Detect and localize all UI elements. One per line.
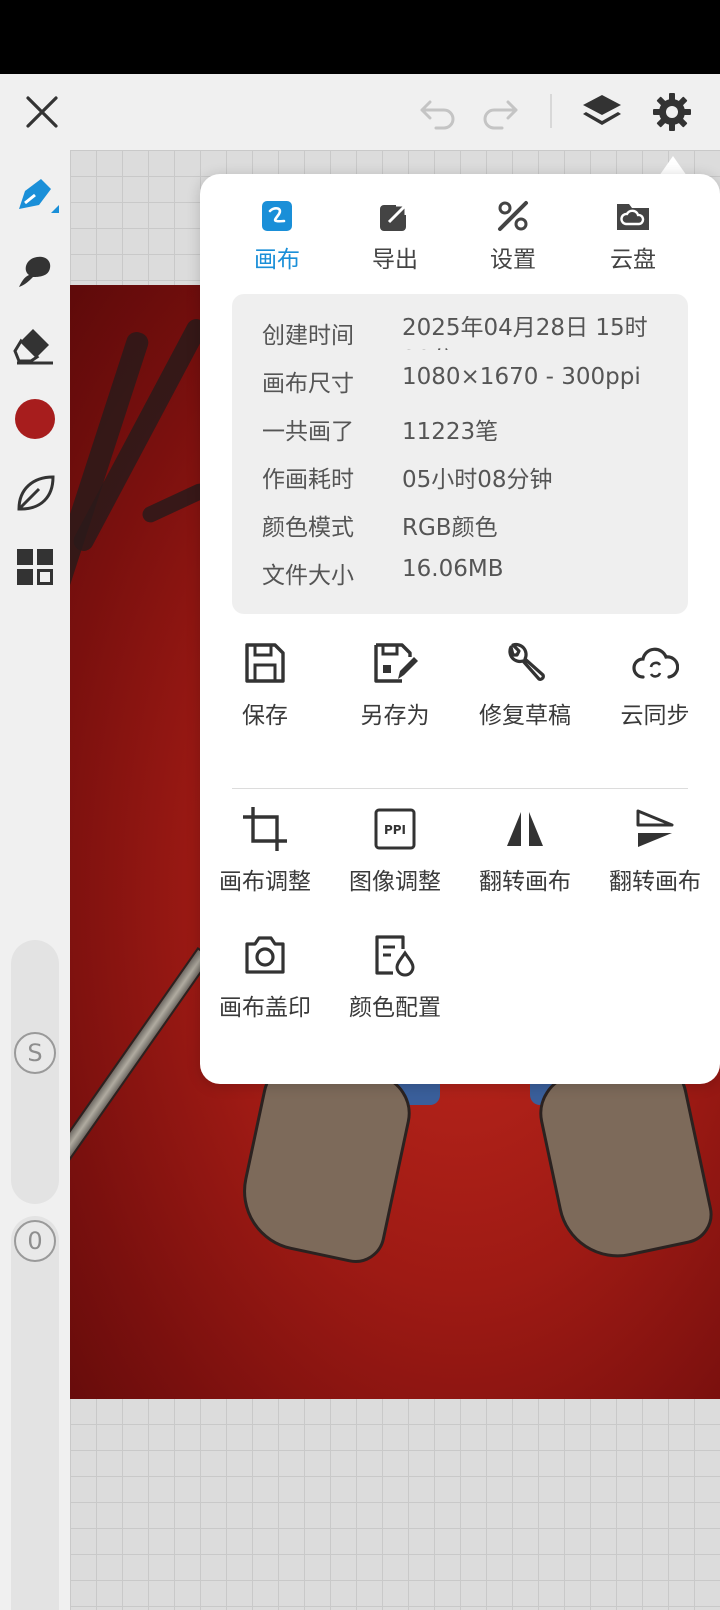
redo-button[interactable] <box>476 88 524 136</box>
opacity-slider-knob[interactable]: 0 <box>14 1220 56 1262</box>
gear-icon <box>653 93 691 131</box>
flip-vertical-icon <box>636 809 674 847</box>
info-strokes-value: 11223笔 <box>402 419 499 445</box>
repair-draft-button[interactable]: 修复草稿 <box>460 636 590 730</box>
grid-icon <box>17 549 53 585</box>
grid-menu-tool[interactable] <box>8 540 62 594</box>
info-created-value: 2025年04月28日 15时30分 <box>402 316 648 350</box>
status-bar <box>0 0 720 74</box>
size-slider-knob[interactable]: S <box>14 1032 56 1074</box>
flip-vertical-button[interactable]: 翻转画布 <box>590 802 720 896</box>
smudge-icon <box>19 256 51 287</box>
flip-vertical-label: 翻转画布 <box>609 869 701 895</box>
smudge-tool[interactable] <box>8 244 62 298</box>
canvas-adjust-label: 画布调整 <box>219 869 311 895</box>
tab-settings-label: 设置 <box>490 247 536 273</box>
info-size-value: 1080×1670 - 300ppi <box>402 364 641 390</box>
cloud-drive-icon <box>617 204 649 230</box>
flip-horizontal-label: 翻转画布 <box>479 869 571 895</box>
save-as-button[interactable]: 另存为 <box>330 636 460 730</box>
info-time-label: 作画耗时 <box>262 467 354 493</box>
export-icon <box>380 203 408 231</box>
image-adjust-button[interactable]: PPI 图像调整 <box>330 802 460 896</box>
crop-icon <box>243 807 287 851</box>
section-divider <box>232 788 688 789</box>
canvas-adjust-button[interactable]: 画布调整 <box>200 802 330 896</box>
tab-cloud-drive[interactable]: 云盘 <box>578 196 688 274</box>
leaf-icon <box>17 475 55 511</box>
info-time-value: 05小时08分钟 <box>402 467 553 493</box>
canvas-stamp-button[interactable]: 画布盖印 <box>200 928 330 1022</box>
color-config-label: 颜色配置 <box>349 995 441 1021</box>
info-row-file-size: 文件大小 16.06MB <box>262 556 682 592</box>
info-mode-label: 颜色模式 <box>262 515 354 541</box>
opacity-slider[interactable]: 0 <box>11 1216 59 1610</box>
undo-button[interactable] <box>414 88 462 136</box>
tab-canvas-label: 画布 <box>254 247 300 273</box>
eraser-icon <box>13 329 53 365</box>
pen-icon <box>19 179 59 213</box>
redo-icon <box>483 100 518 130</box>
undo-icon <box>420 100 455 130</box>
info-strokes-label: 一共画了 <box>262 419 354 445</box>
layers-button[interactable] <box>578 88 626 136</box>
canvas-stamp-label: 画布盖印 <box>219 995 311 1021</box>
settings-popup: 画布 导出 设置 云盘 创建时间 2025年04月28日 15时 画布尺寸 10… <box>200 174 720 1084</box>
wrench-icon <box>508 642 545 681</box>
save-button[interactable]: 保存 <box>200 636 330 730</box>
top-toolbar <box>0 74 720 150</box>
camera-icon <box>245 936 285 974</box>
repair-draft-label: 修复草稿 <box>479 703 571 729</box>
eraser-tool[interactable] <box>8 318 62 372</box>
image-adjust-label: 图像调整 <box>349 869 441 895</box>
close-icon <box>26 96 58 128</box>
tab-export[interactable]: 导出 <box>340 196 450 274</box>
color-profile-icon <box>375 935 415 977</box>
layers-icon <box>583 95 621 125</box>
tab-settings[interactable]: 设置 <box>458 196 568 274</box>
flip-horizontal-button[interactable]: 翻转画布 <box>460 802 590 896</box>
settings-button[interactable] <box>648 88 696 136</box>
leaf-brush-tool[interactable] <box>8 466 62 520</box>
info-row-created: 创建时间 2025年04月28日 15时30分 <box>262 316 682 350</box>
brush-size-slider[interactable]: S <box>11 940 59 1204</box>
save-label: 保存 <box>242 703 288 729</box>
info-size-label: 画布尺寸 <box>262 371 354 397</box>
tab-canvas[interactable]: 画布 <box>222 196 332 274</box>
save-as-label: 另存为 <box>360 703 430 729</box>
color-picker[interactable] <box>8 392 62 446</box>
cloud-sync-button[interactable]: 云同步 <box>590 636 720 730</box>
toolbar-divider <box>550 94 552 128</box>
color-config-button[interactable]: 颜色配置 <box>330 928 460 1022</box>
cloud-sync-icon <box>632 647 679 679</box>
brush-tool[interactable] <box>8 170 62 224</box>
tab-cloud-drive-label: 云盘 <box>610 247 656 273</box>
cloud-sync-label: 云同步 <box>620 703 690 729</box>
info-filesize-label: 文件大小 <box>262 563 354 589</box>
popup-tabs: 画布 导出 设置 云盘 <box>200 196 720 276</box>
info-row-time: 作画耗时 05小时08分钟 <box>262 460 682 496</box>
info-mode-value: RGB颜色 <box>402 515 498 541</box>
save-as-icon <box>374 643 418 683</box>
info-row-size: 画布尺寸 1080×1670 - 300ppi <box>262 364 682 400</box>
info-created-label: 创建时间 <box>262 323 354 349</box>
info-filesize-value: 16.06MB <box>402 556 504 582</box>
info-row-color-mode: 颜色模式 RGB颜色 <box>262 508 682 544</box>
current-color-swatch <box>15 399 55 439</box>
flip-horizontal-icon <box>507 812 543 846</box>
close-button[interactable] <box>18 88 66 136</box>
info-row-strokes: 一共画了 11223笔 <box>262 412 682 448</box>
canvas-icon <box>262 201 292 231</box>
popup-pointer <box>659 156 687 176</box>
ppi-icon: PPI <box>374 808 416 850</box>
ppi-icon-text: PPI <box>384 823 406 837</box>
left-toolbar: S 0 <box>0 150 70 1610</box>
tab-export-label: 导出 <box>372 247 418 273</box>
save-icon <box>245 643 285 683</box>
canvas-info-panel: 创建时间 2025年04月28日 15时30分 画布尺寸 1080×1670 -… <box>232 294 688 614</box>
settings-tools-icon <box>498 201 528 231</box>
